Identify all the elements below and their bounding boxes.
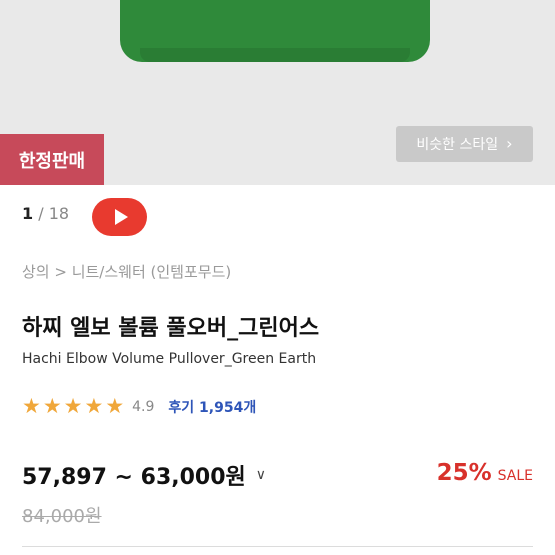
similar-style-button[interactable]: 비슷한 스타일 › [396, 126, 533, 162]
price-range-selector[interactable]: 57,897 ~ 63,000원 ∨ [22, 459, 266, 491]
chevron-right-icon: › [506, 134, 513, 153]
sale-label: SALE [497, 468, 533, 484]
image-counter-total: 18 [48, 204, 70, 223]
image-counter-separator: / [38, 204, 44, 223]
chevron-down-icon[interactable]: ∨ [256, 467, 266, 483]
similar-style-label: 비슷한 스타일 [416, 137, 499, 153]
star-icon: ★ [22, 394, 41, 418]
rating-row: ★ ★ ★ ★ ★ 4.9 후기 1,954개 [22, 396, 256, 417]
breadcrumb[interactable]: 상의 > 니트/스웨터 (인템포무드) [22, 261, 231, 282]
star-icon: ★ [42, 394, 62, 418]
product-image-sweater-hem [140, 48, 410, 62]
original-price: 84,000원 [22, 506, 102, 527]
discount-badge: 25% SALE [437, 460, 533, 486]
divider [22, 546, 533, 547]
star-icon: ★ [63, 394, 83, 418]
limited-sale-badge: 한정판매 [0, 134, 104, 185]
product-image-area[interactable]: 한정판매 비슷한 스타일 › [0, 0, 555, 185]
star-rating: ★ ★ ★ ★ ★ [22, 396, 124, 417]
star-icon: ★ [105, 394, 125, 418]
reviews-link[interactable]: 후기 1,954개 [168, 397, 256, 417]
rating-score: 4.9 [132, 398, 155, 415]
star-icon: ★ [84, 394, 104, 418]
image-counter: 1 / 18 [22, 204, 69, 223]
video-play-button[interactable] [92, 198, 147, 236]
play-icon [114, 209, 128, 225]
product-title-korean: 하찌 엘보 볼륨 풀오버_그린어스 [22, 316, 320, 341]
price-range: 57,897 ~ 63,000원 [22, 465, 246, 490]
product-title-english: Hachi Elbow Volume Pullover_Green Earth [22, 351, 317, 367]
image-counter-current: 1 [22, 204, 34, 223]
discount-percent: 25% [436, 460, 492, 486]
